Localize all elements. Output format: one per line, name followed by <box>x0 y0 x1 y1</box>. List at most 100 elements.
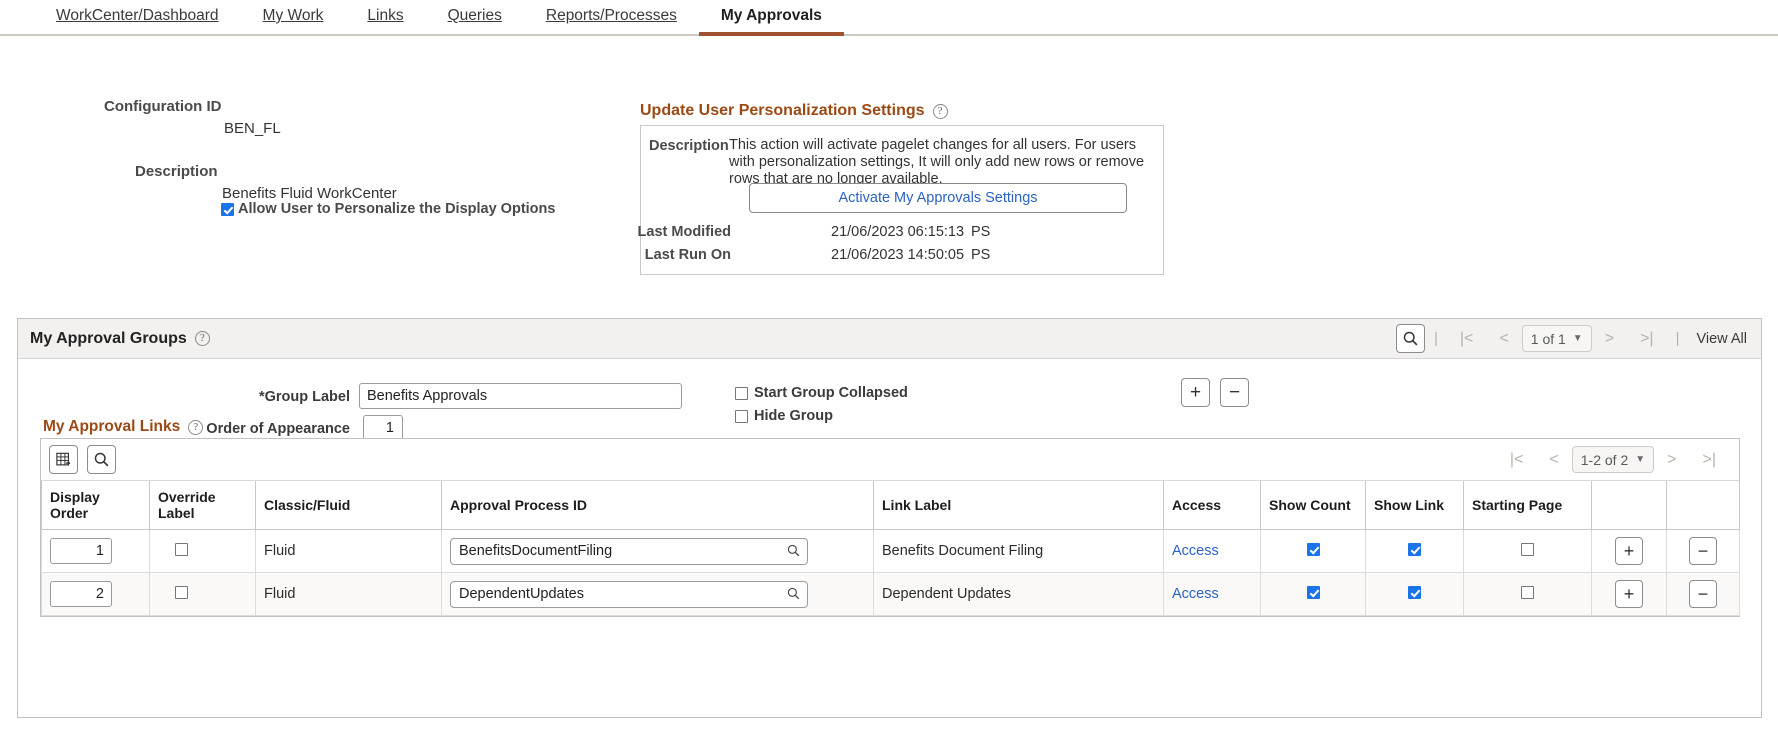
last-run-on-value: 21/06/2023 14:50:05 <box>831 247 964 263</box>
delete-row-button[interactable]: − <box>1689 580 1717 608</box>
column-header-starting-page[interactable]: Starting Page <box>1464 481 1592 530</box>
first-page-icon[interactable]: |< <box>1447 330 1487 348</box>
personalize-grid-icon[interactable] <box>49 445 78 474</box>
add-group-button[interactable]: + <box>1181 378 1210 407</box>
tab-reports-processes[interactable]: Reports/Processes <box>524 7 699 34</box>
search-icon[interactable] <box>1396 324 1425 353</box>
configuration-id-label: Configuration ID <box>104 98 221 115</box>
tab-queries[interactable]: Queries <box>426 7 524 34</box>
cell-show-link <box>1366 573 1464 616</box>
tab-my-approvals[interactable]: My Approvals <box>699 7 844 34</box>
approval-process-id-input[interactable] <box>450 581 808 608</box>
show-count-checkbox[interactable] <box>1307 586 1320 599</box>
starting-page-checkbox[interactable] <box>1521 543 1534 556</box>
starting-page-checkbox[interactable] <box>1521 586 1534 599</box>
column-header-display-order[interactable]: Display Order <box>42 481 150 530</box>
grid-header-row: Display Order Override Label Classic/Flu… <box>42 481 1740 530</box>
override-label-checkbox[interactable] <box>175 586 188 599</box>
table-row: Fluid Benefits Document Filing Access <box>42 530 1740 573</box>
allow-personalize-label: Allow User to Personalize the Display Op… <box>238 201 555 217</box>
start-group-collapsed-checkbox[interactable] <box>735 387 748 400</box>
approval-links-grid: Display Order Override Label Classic/Flu… <box>41 481 1740 616</box>
approval-process-id-input[interactable] <box>450 538 808 565</box>
my-approval-links-panel: |< < 1-2 of 2 ▼ > >| Display Order Overr… <box>40 438 1740 617</box>
cell-approval-process-id <box>442 573 874 616</box>
last-page-icon[interactable]: >| <box>1690 451 1730 469</box>
cell-access: Access <box>1164 530 1261 573</box>
help-icon[interactable]: ? <box>188 420 203 435</box>
access-link[interactable]: Access <box>1172 586 1219 602</box>
my-approval-links-title: My Approval Links ? <box>43 418 203 436</box>
show-link-checkbox[interactable] <box>1408 543 1421 556</box>
group-navigation-toolbar: | |< < 1 of 1 ▼ > >| | View All <box>1396 324 1751 353</box>
group-page-selector[interactable]: 1 of 1 ▼ <box>1522 325 1592 352</box>
view-all-link[interactable]: View All <box>1688 331 1751 347</box>
main-tab-bar: WorkCenter/Dashboard My Work Links Queri… <box>0 0 1778 36</box>
group-label-label: *Group Label <box>218 389 350 405</box>
cell-link-label: Dependent Updates <box>874 573 1164 616</box>
approval-process-id-lookup <box>450 538 808 565</box>
personalization-description-text: This action will activate pagelet change… <box>729 137 1157 188</box>
tab-my-work[interactable]: My Work <box>241 7 346 34</box>
cell-add-row: + <box>1592 573 1667 616</box>
tab-workcenter-dashboard[interactable]: WorkCenter/Dashboard <box>34 7 241 34</box>
chevron-down-icon: ▼ <box>1573 333 1583 344</box>
cell-override-label <box>150 530 256 573</box>
next-page-icon[interactable]: > <box>1592 330 1627 348</box>
delete-group-button[interactable]: − <box>1220 378 1249 407</box>
cell-approval-process-id <box>442 530 874 573</box>
last-modified-value: 21/06/2023 06:15:13 <box>831 224 964 240</box>
last-run-on-user: PS <box>971 247 990 263</box>
help-icon[interactable]: ? <box>933 104 948 119</box>
start-group-collapsed-label: Start Group Collapsed <box>754 385 908 401</box>
last-page-icon[interactable]: >| <box>1627 330 1667 348</box>
tab-label: Queries <box>448 7 502 24</box>
override-label-checkbox[interactable] <box>175 543 188 556</box>
group-label-input[interactable] <box>359 383 682 409</box>
last-modified-user: PS <box>971 224 990 240</box>
cell-classic-fluid: Fluid <box>256 573 442 616</box>
personalization-section-title: Update User Personalization Settings ? <box>640 102 948 120</box>
configuration-area: Configuration ID BEN_FL Description Bene… <box>0 36 1778 248</box>
first-page-icon[interactable]: |< <box>1497 451 1537 469</box>
column-header-show-count[interactable]: Show Count <box>1261 481 1366 530</box>
toolbar-divider: | <box>1667 330 1689 347</box>
hide-group-label: Hide Group <box>754 408 833 424</box>
display-order-input[interactable] <box>50 581 112 607</box>
chevron-down-icon: ▼ <box>1635 454 1645 465</box>
help-icon[interactable]: ? <box>195 331 210 346</box>
column-header-classic-fluid[interactable]: Classic/Fluid <box>256 481 442 530</box>
cell-show-count <box>1261 573 1366 616</box>
delete-row-button[interactable]: − <box>1689 537 1717 565</box>
links-page-selector[interactable]: 1-2 of 2 ▼ <box>1572 446 1654 473</box>
hide-group-checkbox[interactable] <box>735 410 748 423</box>
cell-starting-page <box>1464 530 1592 573</box>
display-order-input[interactable] <box>50 538 112 564</box>
last-modified-label: Last Modified <box>638 224 731 240</box>
tab-links[interactable]: Links <box>345 7 425 34</box>
add-row-button[interactable]: + <box>1615 537 1643 565</box>
column-header-delete <box>1667 481 1740 530</box>
next-page-icon[interactable]: > <box>1654 451 1689 469</box>
column-header-show-link[interactable]: Show Link <box>1366 481 1464 530</box>
links-navigation-toolbar: |< < 1-2 of 2 ▼ > >| <box>1497 446 1729 473</box>
show-count-checkbox[interactable] <box>1307 543 1320 556</box>
links-page-indicator: 1-2 of 2 <box>1581 452 1628 468</box>
add-row-button[interactable]: + <box>1615 580 1643 608</box>
search-icon[interactable] <box>87 445 116 474</box>
previous-page-icon[interactable]: < <box>1486 330 1521 348</box>
column-header-access[interactable]: Access <box>1164 481 1261 530</box>
personalization-panel: Description This action will activate pa… <box>640 125 1164 275</box>
column-header-override-label[interactable]: Override Label <box>150 481 256 530</box>
activate-my-approvals-settings-button[interactable]: Activate My Approvals Settings <box>749 183 1127 213</box>
previous-page-icon[interactable]: < <box>1536 451 1571 469</box>
access-link[interactable]: Access <box>1172 543 1219 559</box>
search-icon[interactable] <box>786 543 801 558</box>
search-icon[interactable] <box>786 586 801 601</box>
column-header-link-label[interactable]: Link Label <box>874 481 1164 530</box>
description-value: Benefits Fluid WorkCenter <box>222 185 397 202</box>
column-header-approval-process-id[interactable]: Approval Process ID <box>442 481 874 530</box>
show-link-checkbox[interactable] <box>1408 586 1421 599</box>
allow-personalize-checkbox[interactable] <box>221 203 234 216</box>
personalization-title-text: Update User Personalization Settings <box>640 102 925 120</box>
